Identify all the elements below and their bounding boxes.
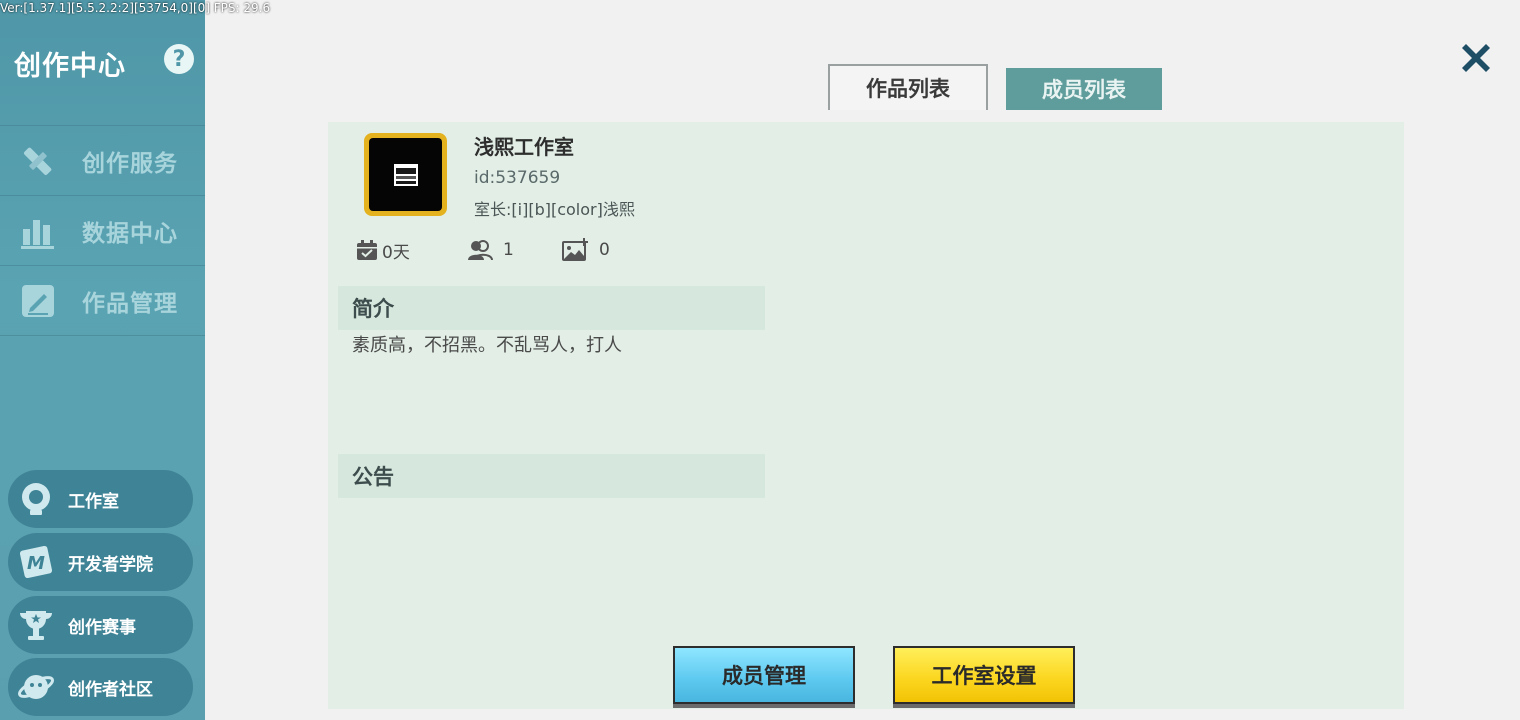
sidebar-item-creation-contest[interactable]: 创作赛事 (8, 596, 193, 654)
trophy-icon (16, 605, 56, 645)
users-icon (468, 240, 493, 261)
sidebar-title: 创作中心 (14, 51, 126, 82)
stat-works: 0 (561, 237, 610, 263)
sidebar-item-creation-service[interactable]: 创作服务 (0, 126, 205, 196)
sidebar: 创作中心 ? 创作服务 数据中心 作品管理 工作室 M 开发者学院 创作赛事 创… (0, 0, 205, 720)
member-manage-button[interactable]: 成员管理 (673, 646, 855, 704)
planet-icon (16, 667, 56, 707)
intro-text: 素质高，不招黑。不乱骂人，打人 (352, 335, 622, 356)
stat-days: 0天 (356, 237, 410, 263)
sidebar-item-studio[interactable]: 工作室 (8, 470, 193, 528)
tab-members-list[interactable]: 成员列表 (1006, 68, 1162, 110)
sidebar-item-label: 开发者学院 (68, 554, 153, 575)
studio-name: 浅熙工作室 (474, 135, 574, 159)
book-m-icon: M (16, 542, 56, 582)
sidebar-item-label: 创作者社区 (68, 679, 153, 700)
sidebar-item-label: 工作室 (68, 491, 119, 512)
stat-works-value: 0 (599, 240, 610, 260)
svg-text:M: M (27, 553, 45, 574)
sidebar-item-developer-academy[interactable]: M 开发者学院 (8, 533, 193, 591)
stat-members: 1 (467, 237, 514, 263)
calendar-check-icon (357, 240, 377, 260)
studio-settings-button[interactable]: 工作室设置 (893, 646, 1075, 704)
stat-members-value: 1 (503, 240, 514, 260)
bar-chart-icon (18, 211, 58, 251)
studio-id: id:537659 (474, 168, 561, 188)
stat-days-value: 0天 (382, 242, 410, 263)
image-add-icon (562, 238, 588, 261)
help-icon[interactable]: ? (164, 44, 194, 74)
sidebar-item-label: 创作赛事 (68, 617, 136, 638)
sidebar-item-label: 作品管理 (82, 290, 178, 317)
notice-section-title: 公告 (338, 454, 765, 498)
pencil-ruler-icon (18, 141, 58, 181)
studio-owner: 室长:[i][b][color]浅熙 (474, 200, 635, 219)
tab-works-list[interactable]: 作品列表 (828, 64, 988, 110)
close-button[interactable] (1456, 38, 1496, 78)
intro-section-title: 简介 (338, 286, 765, 330)
sidebar-item-creator-community[interactable]: 创作者社区 (8, 658, 193, 716)
lightbulb-gear-icon (16, 479, 56, 519)
sidebar-item-works-manage[interactable]: 作品管理 (0, 266, 205, 336)
sidebar-item-label: 数据中心 (82, 220, 178, 247)
avatar[interactable] (364, 133, 447, 216)
close-icon (1462, 44, 1490, 72)
sidebar-item-label: 创作服务 (82, 150, 178, 177)
sidebar-item-data-center[interactable]: 数据中心 (0, 196, 205, 266)
studio-avatar-image (369, 138, 442, 211)
debug-version-text: Ver:[1.37.1][5.5.2.2:2][53754,0][0] FPS:… (0, 1, 271, 15)
edit-document-icon (18, 281, 58, 321)
